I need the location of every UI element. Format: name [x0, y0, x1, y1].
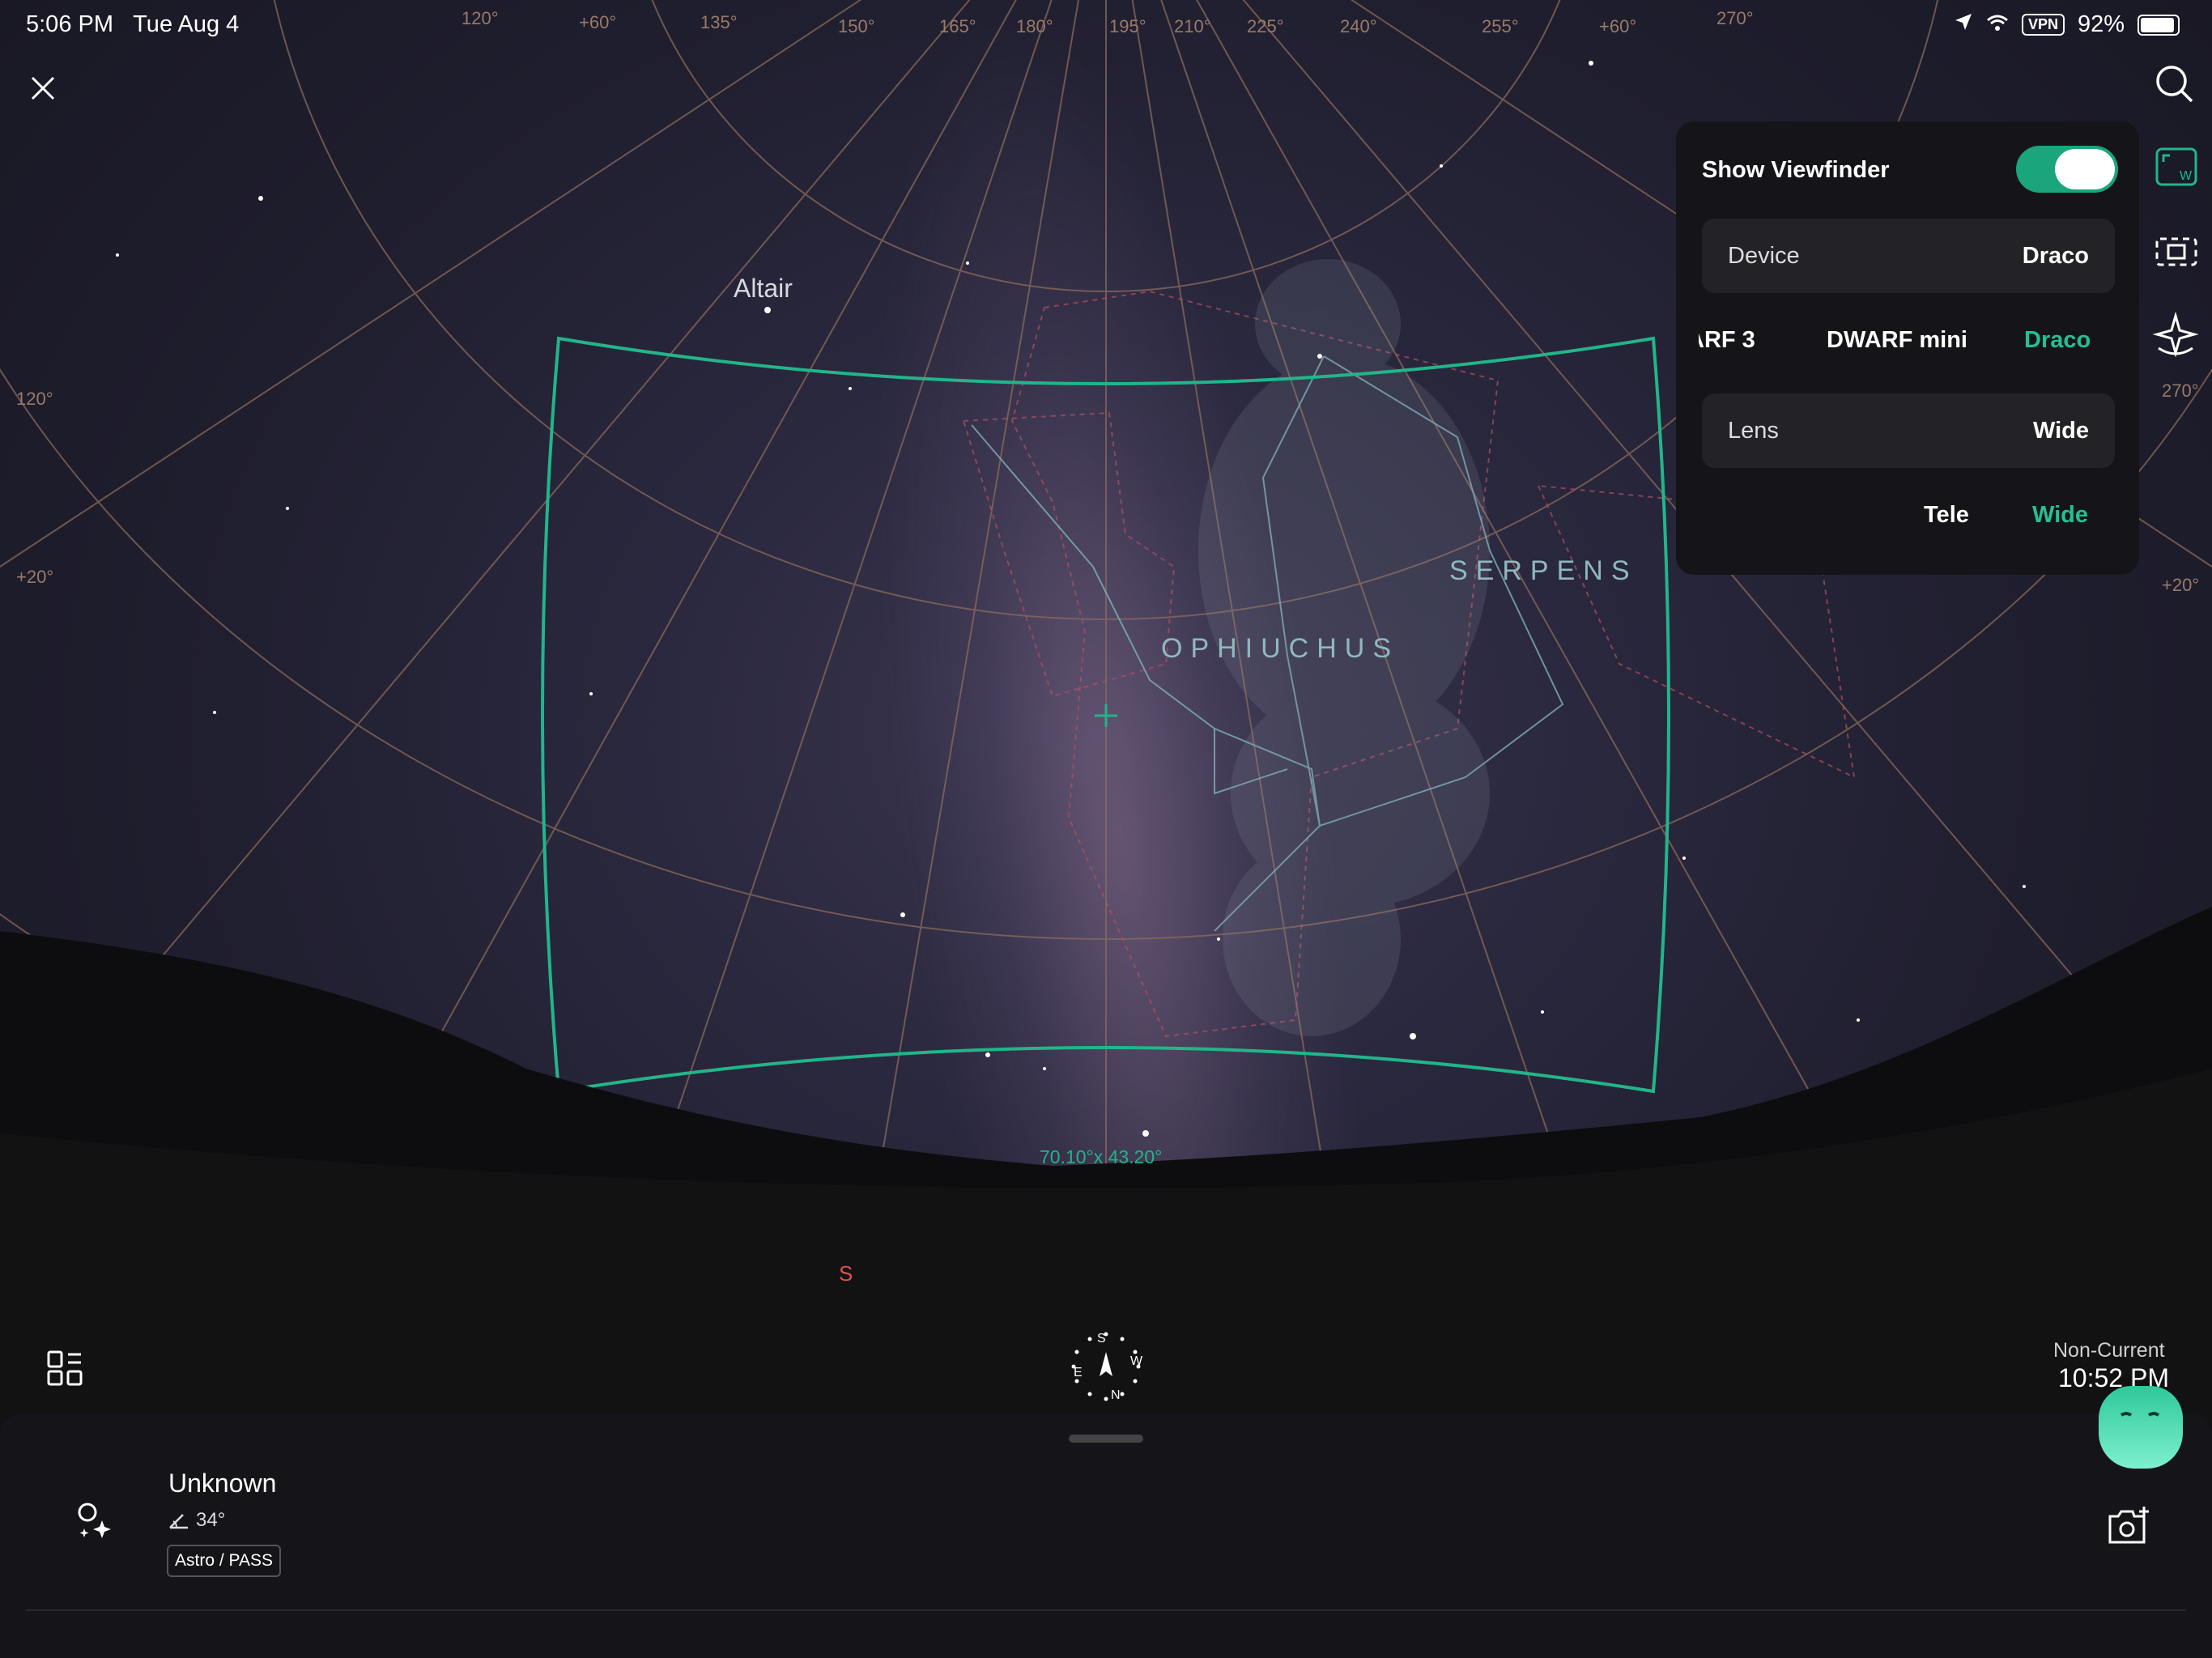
- device-option-arf3[interactable]: ARF 3: [1699, 327, 1755, 354]
- fov-label: 70.10°x 43.20°: [1040, 1146, 1163, 1167]
- sheet-divider: [26, 1609, 2186, 1611]
- constellation-label-serpens[interactable]: SERPENS: [1449, 555, 1638, 587]
- svg-text:W: W: [2180, 169, 2193, 183]
- altitude-row: 34°: [168, 1509, 225, 1532]
- framing-button[interactable]: [2152, 232, 2201, 272]
- show-viewfinder-label: Show Viewfinder: [1702, 157, 1890, 183]
- close-icon: [31, 76, 55, 100]
- show-viewfinder-toggle[interactable]: [2016, 146, 2118, 193]
- target-star-icon: [78, 1503, 111, 1538]
- status-time: 5:06 PM: [26, 11, 113, 37]
- lens-option-wide[interactable]: Wide: [2032, 502, 2088, 529]
- compass-letter-w: W: [1130, 1354, 1143, 1368]
- target-icon-button[interactable]: [71, 1498, 117, 1543]
- lens-field[interactable]: Lens Wide: [1702, 393, 2115, 468]
- device-field[interactable]: Device Draco: [1702, 219, 2115, 293]
- status-bar-left: 5:06 PM Tue Aug 4: [26, 11, 239, 38]
- sparkle-icon: [2152, 312, 2199, 358]
- astro-pass-tag[interactable]: Astro / PASS: [167, 1545, 281, 1577]
- target-info-sheet[interactable]: Unknown 34° Astro / PASS: [0, 1414, 2212, 1658]
- angle-icon: [169, 1514, 188, 1529]
- device-option-draco[interactable]: Draco: [2024, 327, 2091, 354]
- compass-button[interactable]: S W N E: [1067, 1328, 1145, 1405]
- camera-add-button[interactable]: [2105, 1503, 2154, 1548]
- lens-option-tele[interactable]: Tele: [1924, 502, 1969, 529]
- framing-icon: [2155, 237, 2197, 266]
- compass-letter-s: S: [1097, 1332, 1106, 1346]
- device-option-dwarf-mini[interactable]: DWARF mini: [1827, 327, 1967, 354]
- device-value: Draco: [2022, 243, 2089, 269]
- menu-button[interactable]: [44, 1347, 86, 1389]
- camera-add-icon: [2108, 1507, 2149, 1544]
- time-mode-label[interactable]: Non-Current: [2053, 1339, 2165, 1363]
- assistant-button[interactable]: [2099, 1386, 2183, 1469]
- altitude-value: 34°: [196, 1509, 226, 1531]
- compass-icon: S W N E: [1071, 1332, 1143, 1402]
- assistant-face-icon: [2120, 1412, 2160, 1417]
- direction-south-label: S: [839, 1261, 853, 1286]
- lens-label: Lens: [1728, 418, 1779, 444]
- battery-percent: 92%: [2077, 11, 2125, 37]
- location-arrow-icon: [1954, 11, 1973, 38]
- status-date: Tue Aug 4: [133, 11, 240, 37]
- viewfinder-wide-icon: W: [2155, 147, 2197, 186]
- grid-menu-icon: [47, 1350, 83, 1386]
- device-label: Device: [1728, 243, 1800, 269]
- status-bar-right: VPN 92%: [1954, 11, 2180, 38]
- battery-icon: [2138, 14, 2180, 36]
- viewfinder-toggle-button[interactable]: W: [2154, 144, 2199, 189]
- sky-enhance-button[interactable]: [2150, 311, 2201, 361]
- toggle-knob: [2055, 149, 2115, 189]
- target-name: Unknown: [168, 1469, 277, 1498]
- compass-letter-e: E: [1074, 1366, 1083, 1380]
- wifi-icon: [1986, 11, 2009, 38]
- close-button[interactable]: [23, 68, 63, 108]
- compass-letter-n: N: [1111, 1388, 1121, 1402]
- search-button[interactable]: [2152, 62, 2197, 107]
- search-icon: [2156, 66, 2193, 103]
- viewfinder-panel: Show Viewfinder Device Draco ARF 3 DWARF…: [1676, 121, 2139, 575]
- sheet-handle[interactable]: [1069, 1435, 1143, 1443]
- lens-value: Wide: [2032, 418, 2089, 444]
- vpn-badge: VPN: [2021, 14, 2065, 36]
- constellation-label-ophiuchus[interactable]: OPHIUCHUS: [1161, 633, 1399, 665]
- star-label-altair[interactable]: Altair: [734, 274, 793, 304]
